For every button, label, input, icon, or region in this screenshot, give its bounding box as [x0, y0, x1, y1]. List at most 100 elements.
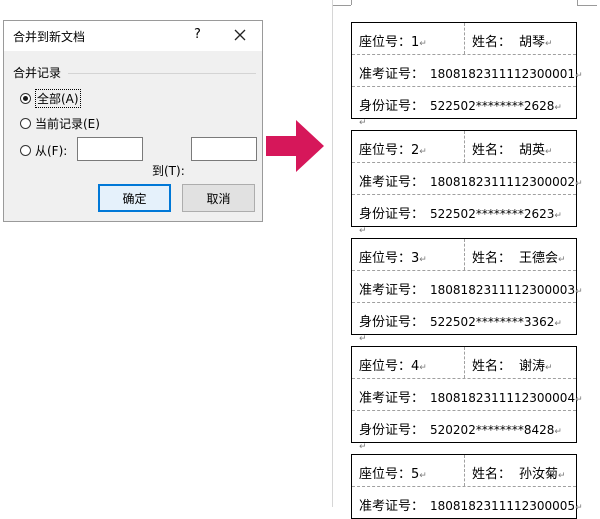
dialog-titlebar: 合并到新文档 ?: [4, 21, 262, 51]
paragraph-mark: ↵: [359, 334, 367, 344]
arrow-shape: [266, 120, 324, 172]
id-card-value: 522502********2628: [430, 99, 555, 113]
id-card-value: 522502********3362: [430, 315, 555, 329]
name-value: 王德会: [519, 251, 559, 266]
record-card: 座位号：4↵ 姓名： 谢涛↵ 准考证号： 1808182311112300004↵ 身份证…: [351, 346, 583, 443]
id-card-value: 520202********8428: [430, 423, 555, 437]
exam-id-row: 准考证号： 1808182311112300001↵: [352, 54, 583, 86]
paragraph-mark: ↵: [575, 503, 583, 513]
close-icon[interactable]: [232, 27, 248, 43]
radio-from[interactable]: 从(F):: [20, 141, 67, 159]
id-card-cell: 身份证号： 520202********8428↵: [359, 419, 562, 438]
cell-divider: [464, 347, 465, 378]
cell-divider: [464, 455, 465, 486]
radio-all-indicator[interactable]: [20, 92, 31, 104]
radio-all[interactable]: 全部(A): [20, 88, 81, 108]
margin-corner-top-right: [577, 5, 597, 6]
paragraph-mark: ↵: [359, 118, 367, 128]
name-cell: 姓名： 孙汝菊↵: [472, 463, 566, 482]
seat-label: 座位号：: [359, 35, 412, 50]
record-card: 座位号：2↵ 姓名： 胡英↵ 准考证号： 1808182311112300002↵ 身份证…: [351, 130, 583, 227]
radio-from-label: 从(F):: [35, 143, 68, 158]
paragraph-mark: ↵: [545, 147, 553, 157]
name-label: 姓名：: [472, 359, 512, 374]
name-label: 姓名：: [472, 35, 512, 50]
id-card-label: 身份证号：: [359, 423, 425, 438]
seat-cell: 座位号：5↵: [359, 463, 427, 482]
radio-current-record[interactable]: 当前记录(E): [20, 114, 100, 132]
seat-cell: 座位号：1↵: [359, 31, 427, 50]
paragraph-mark: ↵: [359, 442, 367, 452]
paragraph-mark: ↵: [419, 147, 427, 157]
paragraph-mark: ↵: [419, 471, 427, 481]
cancel-button[interactable]: 取消: [182, 184, 255, 212]
id-card-row: 身份证号： 520202********8428↵: [352, 410, 576, 442]
exam-id-cell: 准考证号： 1808182311112300004↵: [359, 387, 583, 406]
right-arrow-icon: [266, 120, 324, 172]
exam-id-cell: 准考证号： 1808182311112300003↵: [359, 279, 583, 298]
seat-label: 座位号：: [359, 143, 412, 158]
seat-cell: 座位号：2↵: [359, 139, 427, 158]
merge-records-group-title: 合并记录: [13, 66, 62, 80]
paragraph-mark: ↵: [558, 471, 566, 481]
paragraph-mark: ↵: [554, 103, 562, 113]
seat-cell: 座位号：4↵: [359, 355, 427, 374]
seat-name-row: 座位号：1↵ 姓名： 胡琴↵: [352, 23, 576, 54]
seat-label: 座位号：: [359, 251, 412, 266]
id-card-cell: 身份证号： 522502********3362↵: [359, 311, 562, 330]
name-label: 姓名：: [472, 143, 512, 158]
cell-divider: [464, 23, 465, 54]
paragraph-mark: ↵: [575, 287, 583, 297]
help-button[interactable]: ?: [194, 27, 201, 42]
paragraph-mark: ↵: [575, 71, 583, 81]
name-value: 谢涛: [519, 359, 546, 374]
document-page: ↵ 座位号：1↵ 姓名： 胡琴↵ 准考证号： 1808182311112300001↵ 身份…: [332, 0, 600, 519]
margin-corner-top-left-vertical: [351, 0, 352, 5]
paragraph-mark: ↵: [545, 363, 553, 373]
radio-current-record-label: 当前记录(E): [35, 116, 100, 131]
seat-label: 座位号：: [359, 359, 412, 374]
id-card-label: 身份证号：: [359, 315, 425, 330]
to-record-input[interactable]: [191, 137, 257, 161]
from-record-input[interactable]: [77, 137, 143, 161]
exam-id-cell: 准考证号： 1808182311112300002↵: [359, 171, 583, 190]
dialog-title: 合并到新文档: [13, 30, 86, 44]
merge-to-new-document-dialog: 合并到新文档 ? 合并记录 全部(A) 当前记录(E) 从(F): 到(T): …: [3, 20, 263, 222]
exam-id-label: 准考证号：: [359, 283, 425, 298]
margin-corner-top-left: [333, 5, 351, 6]
id-card-row: 身份证号： 522502********3362↵: [352, 302, 576, 334]
radio-from-indicator[interactable]: [20, 144, 31, 156]
id-card-cell: 身份证号： 522502********2623↵: [359, 203, 562, 222]
exam-id-row: 准考证号： 1808182311112300004↵: [352, 378, 583, 410]
exam-id-value: 1808182311112300004: [430, 391, 576, 405]
id-card-label: 身份证号：: [359, 99, 425, 114]
paragraph-mark: ↵: [359, 226, 367, 236]
seat-label: 座位号：: [359, 467, 412, 482]
exam-id-label: 准考证号：: [359, 175, 425, 190]
cell-divider: [464, 239, 465, 270]
seat-cell: 座位号：3↵: [359, 247, 427, 266]
exam-id-row: 准考证号： 1808182311112300002↵: [352, 162, 583, 194]
ok-button[interactable]: 确定: [98, 184, 171, 212]
id-card-label: 身份证号：: [359, 207, 425, 222]
name-value: 孙汝菊: [519, 467, 559, 482]
exam-id-row: 准考证号： 1808182311112300003↵: [352, 270, 583, 302]
seat-name-row: 座位号：4↵ 姓名： 谢涛↵: [352, 347, 576, 378]
exam-id-label: 准考证号：: [359, 391, 425, 406]
paragraph-mark: ↵: [554, 427, 562, 437]
seat-name-row: 座位号：2↵ 姓名： 胡英↵: [352, 131, 576, 162]
name-value: 胡英: [519, 143, 546, 158]
exam-id-cell: 准考证号： 1808182311112300001↵: [359, 63, 583, 82]
exam-id-value: 1808182311112300002: [430, 175, 576, 189]
name-label: 姓名：: [472, 251, 512, 266]
name-cell: 姓名： 胡英↵: [472, 139, 553, 158]
to-label: 到(T):: [152, 164, 185, 178]
exam-id-value: 1808182311112300001: [430, 67, 576, 81]
exam-id-cell: 准考证号： 1808182311112300005↵: [359, 495, 583, 514]
id-card-value: 522502********2623: [430, 207, 555, 221]
id-card-cell: 身份证号： 522502********2628↵: [359, 95, 562, 114]
id-card-row: 身份证号： 522502********2623↵: [352, 194, 576, 226]
record-card: 座位号：1↵ 姓名： 胡琴↵ 准考证号： 1808182311112300001↵ 身份证…: [351, 22, 583, 119]
cell-divider: [464, 131, 465, 162]
radio-current-record-indicator[interactable]: [20, 117, 31, 129]
